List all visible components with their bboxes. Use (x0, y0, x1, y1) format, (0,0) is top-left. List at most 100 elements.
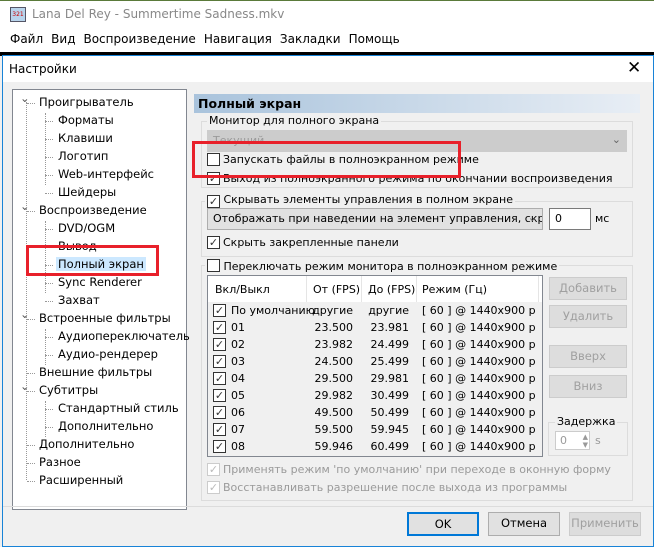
row-from-fps: 24.500 (314, 355, 354, 368)
column-to-fps[interactable]: До (FPS) (368, 283, 415, 296)
tree-item[interactable]: Форматы (56, 113, 116, 127)
tree-connector (45, 193, 53, 194)
tree-item[interactable]: Аудиопереключатель (56, 329, 192, 343)
row-enabled-checkbox[interactable]: ✓ (213, 389, 226, 402)
row-to-fps: 60.499 (370, 440, 410, 453)
switch-mode-header: Переключать режим монитора в полноэкранн… (205, 257, 560, 273)
chevron-down-icon: ⌄ (527, 211, 537, 224)
tree-item[interactable]: Проигрыватель (37, 95, 136, 109)
ok-button[interactable]: OK (407, 512, 479, 536)
chevron-down-icon: ⌄ (611, 133, 621, 146)
move-up-button[interactable]: Вверх (549, 345, 627, 368)
row-enabled-checkbox[interactable]: ✓ (213, 355, 226, 368)
chevron-down-icon[interactable]: ⌄ (20, 199, 30, 213)
tree-item[interactable]: Шейдеры (56, 185, 118, 199)
tree-item[interactable]: Разное (37, 455, 83, 469)
cancel-button[interactable]: Отмена (488, 512, 560, 536)
tree-connector (45, 157, 53, 158)
menu-navigation[interactable]: Навигация (200, 27, 276, 52)
tree-connector (45, 409, 53, 410)
tree-item[interactable]: Дополнительно (56, 419, 155, 433)
tree-item[interactable]: Аудио-рендерер (56, 347, 160, 361)
tree-item[interactable]: Встроенные фильтры (37, 311, 173, 325)
row-name: 06 (231, 406, 245, 419)
switch-mode-checkbox[interactable] (207, 259, 220, 272)
menu-playback[interactable]: Воспроизведение (79, 27, 199, 52)
tree-connector (27, 481, 35, 482)
menu-bookmarks[interactable]: Закладки (276, 27, 345, 52)
menu-file[interactable]: Файл (6, 27, 47, 52)
tree-item[interactable]: DVD/OGM (56, 221, 117, 235)
row-mode: [ 60 ] @ 1440x900 p (422, 440, 536, 453)
hide-delay-input[interactable]: 0 (549, 208, 591, 230)
row-name: 05 (231, 389, 245, 402)
tree-item[interactable]: Внешние фильтры (37, 365, 154, 379)
row-enabled-checkbox[interactable]: ✓ (213, 304, 226, 317)
hide-mode-value: Отображать при наведении на элемент упра… (213, 212, 543, 225)
add-button[interactable]: Добавить (549, 277, 627, 300)
tree-line (45, 401, 46, 437)
app-title: Lana Del Rey - Summertime Sadness.mkv (32, 7, 285, 21)
row-enabled-checkbox[interactable]: ✓ (213, 372, 226, 385)
column-enabled[interactable]: Вкл/Выкл (215, 283, 270, 296)
close-icon[interactable]: ✕ (627, 58, 641, 78)
column-mode[interactable]: Режим (Гц) (422, 283, 487, 296)
chevron-down-icon[interactable]: ⌄ (20, 91, 30, 105)
row-enabled-checkbox[interactable]: ✓ (213, 440, 226, 453)
tree-item[interactable]: Расширенный (37, 473, 125, 487)
remove-button[interactable]: Удалить (549, 305, 627, 328)
tree-item[interactable]: Захват (56, 293, 102, 307)
hide-controls-label: Скрывать элементы управления в полном эк… (223, 193, 513, 206)
row-from-fps: другие (312, 304, 353, 317)
highlight-annotation (26, 245, 159, 276)
row-name: 07 (231, 423, 245, 436)
display-mode-list[interactable]: Вкл/Выкл От (FPS) До (FPS) Режим (Гц) ✓ П… (207, 275, 543, 457)
tree-item[interactable]: Воспроизведение (37, 203, 149, 217)
settings-tree: Проигрыватель ⌄ Форматы Клавиши Логотип Web-и… (12, 89, 190, 510)
menu-help[interactable]: Помощь (345, 27, 404, 52)
tree-item[interactable]: Дополнительно (37, 437, 136, 451)
chevron-down-icon[interactable]: ⌄ (20, 379, 30, 393)
delay-value: 0 (560, 434, 567, 447)
row-enabled-checkbox[interactable]: ✓ (213, 321, 226, 334)
hide-controls-checkbox[interactable]: ✓ (207, 195, 220, 208)
tree-connector (45, 355, 53, 356)
hide-mode-select[interactable]: Отображать при наведении на элемент упра… (207, 208, 543, 230)
tree-item[interactable]: Субтитры (37, 383, 100, 397)
menu-view[interactable]: Вид (47, 27, 79, 52)
spinner-arrows-icon[interactable]: ▲ ▼ (583, 433, 588, 449)
row-from-fps: 49.500 (314, 406, 354, 419)
row-from-fps: 59.946 (314, 440, 354, 453)
delay-label: Задержка (555, 415, 618, 428)
tree-item[interactable]: Клавиши (56, 131, 115, 145)
move-down-button[interactable]: Вниз (549, 375, 627, 398)
column-from-fps[interactable]: От (FPS) (313, 283, 360, 296)
row-to-fps: 59.945 (370, 423, 410, 436)
tree-connector (27, 445, 35, 446)
delay-spinner[interactable]: 0 ▲ ▼ (555, 431, 590, 450)
dialog-title-bar: Настройки ✕ (3, 56, 653, 82)
tree-item[interactable]: Sync Renderer (56, 275, 144, 289)
row-from-fps: 29.982 (314, 389, 354, 402)
tree-connector (45, 283, 53, 284)
chevron-down-icon[interactable]: ⌄ (20, 307, 30, 321)
ms-label: мс (595, 212, 610, 225)
row-name: По умолчанию (231, 304, 315, 317)
tree-connector (45, 139, 53, 140)
tree-item[interactable]: Стандартный стиль (56, 401, 181, 415)
row-enabled-checkbox[interactable]: ✓ (213, 406, 226, 419)
tree-connector (45, 175, 53, 176)
row-enabled-checkbox[interactable]: ✓ (213, 338, 226, 351)
apply-default-checkbox[interactable]: ✓ (207, 463, 220, 476)
tree-item[interactable]: Логотип (56, 149, 110, 163)
hide-docked-checkbox[interactable]: ✓ (207, 236, 220, 249)
menu-bar: Файл Вид Воспроизведение Навигация Закла… (0, 27, 654, 52)
row-enabled-checkbox[interactable]: ✓ (213, 423, 226, 436)
tree-line (26, 102, 27, 480)
row-mode: [ 60 ] @ 1440x900 p (422, 406, 536, 419)
row-to-fps: 29.981 (370, 372, 410, 385)
restore-res-checkbox[interactable]: ✓ (207, 481, 220, 494)
tree-item[interactable]: Web-интерфейс (56, 167, 156, 181)
app-icon: 321 (10, 7, 26, 22)
apply-button[interactable]: Применить (569, 512, 641, 536)
